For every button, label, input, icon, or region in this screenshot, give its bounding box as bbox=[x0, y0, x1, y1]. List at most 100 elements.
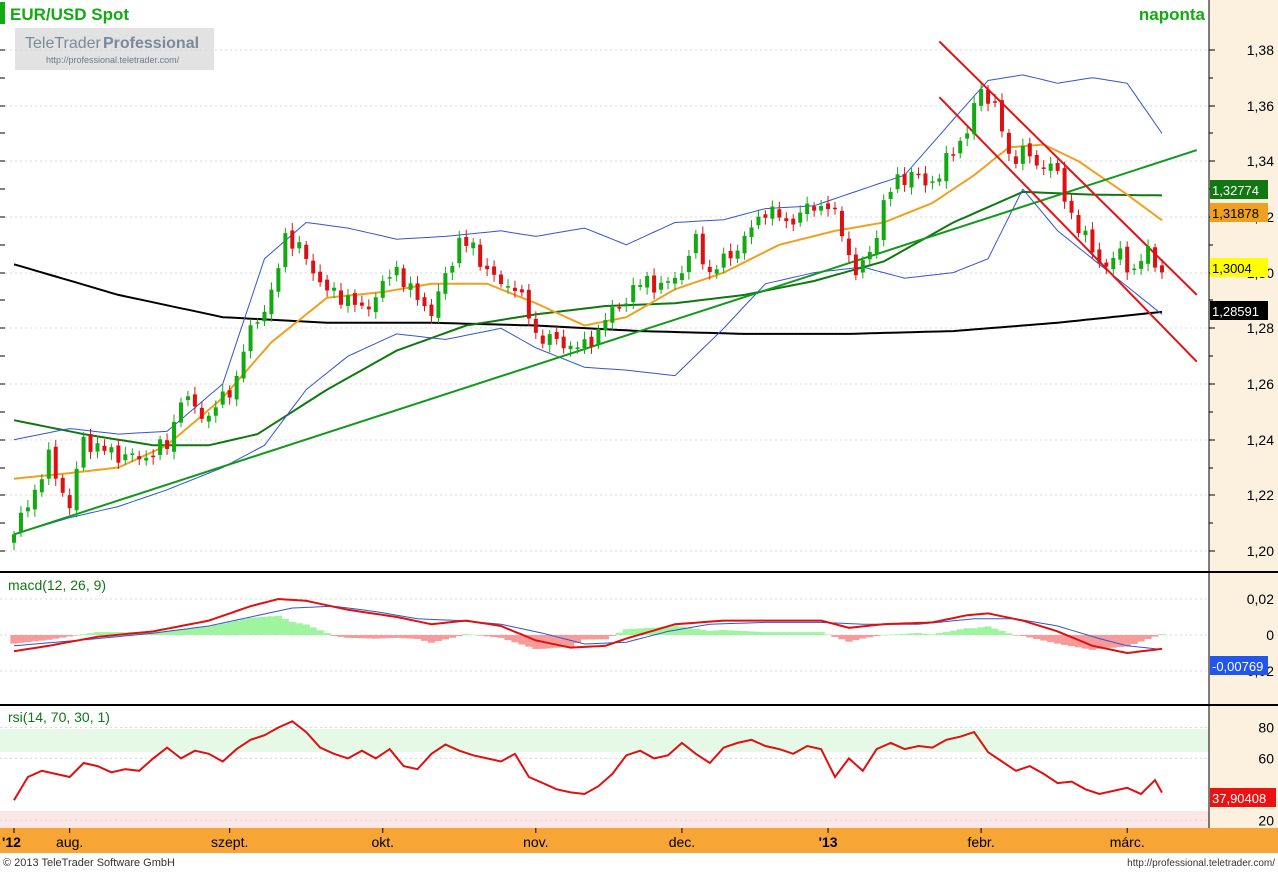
rsi-last-value: 37,90408 bbox=[1212, 791, 1266, 806]
macd-histogram-bar bbox=[601, 635, 609, 640]
macd-histogram-bar bbox=[678, 626, 686, 635]
macd-histogram-bar bbox=[191, 627, 199, 635]
candle-body bbox=[742, 235, 747, 254]
candle-body bbox=[464, 236, 469, 246]
macd-histogram-bar bbox=[921, 633, 930, 635]
macd-histogram-bar bbox=[351, 635, 359, 639]
candle-body bbox=[826, 203, 831, 210]
macd-histogram-bar bbox=[73, 635, 81, 636]
candle-body bbox=[1020, 146, 1025, 164]
candle-body bbox=[102, 445, 107, 451]
title-marker bbox=[0, 2, 5, 24]
macd-label: macd(12, 26, 9) bbox=[8, 577, 106, 593]
macd-histogram-bar bbox=[984, 626, 992, 635]
candle-body bbox=[728, 250, 733, 259]
macd-histogram-bar bbox=[713, 630, 721, 635]
price-tick-label: 1,24 bbox=[1247, 432, 1274, 448]
candle-body bbox=[596, 328, 601, 345]
candle-body bbox=[53, 446, 58, 479]
macd-histogram-bar bbox=[942, 631, 950, 635]
macd-histogram-bar bbox=[38, 635, 46, 641]
candle-body bbox=[505, 286, 510, 288]
candle-body bbox=[165, 440, 170, 449]
candle-body bbox=[492, 266, 497, 275]
price-tick-label: 1,28 bbox=[1247, 320, 1274, 336]
candle-body bbox=[853, 254, 858, 276]
macd-histogram-bar bbox=[240, 619, 248, 635]
macd-last-value: -0,00769 bbox=[1212, 659, 1263, 674]
macd-histogram-bar bbox=[455, 635, 463, 637]
macd-histogram-bar bbox=[1130, 635, 1138, 645]
candle-body bbox=[679, 273, 684, 280]
price-tick-label: 1,20 bbox=[1247, 543, 1274, 559]
candle-body bbox=[735, 250, 740, 259]
macd-histogram-bar bbox=[824, 634, 832, 636]
candle-body bbox=[123, 454, 128, 461]
indicator-overlays bbox=[13, 40, 1198, 536]
candle-body bbox=[213, 407, 218, 416]
candle-body bbox=[645, 276, 650, 288]
macd-histogram-bar bbox=[831, 635, 839, 637]
teletrader-logo: TeleTrader Professional http://professio… bbox=[15, 28, 214, 70]
macd-histogram-bar bbox=[900, 633, 909, 635]
candle-body bbox=[895, 174, 900, 190]
macd-histogram-bar bbox=[1040, 635, 1048, 641]
macd-histogram-bar bbox=[699, 629, 707, 635]
macd-histogram-bar bbox=[1137, 635, 1145, 642]
macd-histogram-bar bbox=[1102, 635, 1110, 649]
macd-histogram-bar bbox=[1005, 633, 1013, 635]
candle-body bbox=[88, 434, 93, 452]
y-axis-ticks: 1,381,361,341,321,301,281,261,241,221,20… bbox=[0, 42, 1276, 828]
candle-body bbox=[429, 304, 434, 316]
candle-body bbox=[408, 283, 413, 290]
candle-body bbox=[158, 439, 163, 455]
macd-histogram-bar bbox=[198, 627, 206, 635]
candle-body bbox=[276, 268, 281, 292]
macd-histogram-bar bbox=[977, 627, 985, 635]
macd-histogram-bar bbox=[970, 628, 978, 635]
candle-body bbox=[1160, 265, 1164, 273]
macd-histogram-bar bbox=[754, 631, 763, 635]
candle-body bbox=[881, 200, 886, 240]
candle-body bbox=[1090, 229, 1095, 253]
macd-histogram-bar bbox=[483, 635, 491, 637]
candle-body bbox=[471, 242, 476, 249]
candle-body bbox=[603, 320, 608, 331]
candle-body bbox=[394, 266, 399, 276]
macd-histogram-bar bbox=[462, 634, 470, 635]
candle-body bbox=[206, 415, 211, 422]
candle-body bbox=[993, 101, 998, 103]
macd-histogram-bar bbox=[991, 628, 999, 635]
candle-body bbox=[589, 336, 594, 347]
candle-body bbox=[874, 237, 879, 255]
macd-histogram-bar bbox=[365, 635, 373, 639]
candle-body bbox=[366, 306, 371, 310]
candle-body bbox=[12, 534, 16, 543]
period-label: naponta bbox=[1139, 5, 1206, 24]
candle-body bbox=[74, 468, 79, 511]
candle-body bbox=[951, 154, 956, 156]
macd-histogram-bar bbox=[79, 634, 88, 635]
candle-body bbox=[60, 477, 65, 493]
macd-histogram-bar bbox=[733, 630, 742, 635]
logo-brand: TeleTrader bbox=[25, 35, 102, 52]
macd-histogram-bar bbox=[406, 635, 415, 639]
macd-histogram-bar bbox=[205, 626, 213, 635]
candle-body bbox=[32, 489, 37, 510]
candle-body bbox=[178, 402, 183, 423]
macd-pane bbox=[10, 597, 1166, 655]
macd-histogram-bar bbox=[330, 635, 338, 636]
macd-histogram-bar bbox=[212, 624, 220, 635]
macd-histogram-bar bbox=[914, 632, 923, 635]
macd-histogram-bar bbox=[490, 635, 498, 638]
candle-body bbox=[902, 174, 907, 185]
candle-body bbox=[137, 456, 142, 460]
macd-histogram-bar bbox=[476, 635, 484, 636]
candle-body bbox=[867, 251, 872, 260]
candle-body bbox=[1062, 168, 1067, 202]
macd-histogram-bar bbox=[1158, 634, 1166, 635]
candle-body bbox=[192, 394, 197, 407]
candle-body bbox=[373, 297, 378, 313]
candle-body bbox=[1104, 262, 1109, 267]
candle-body bbox=[805, 203, 810, 215]
